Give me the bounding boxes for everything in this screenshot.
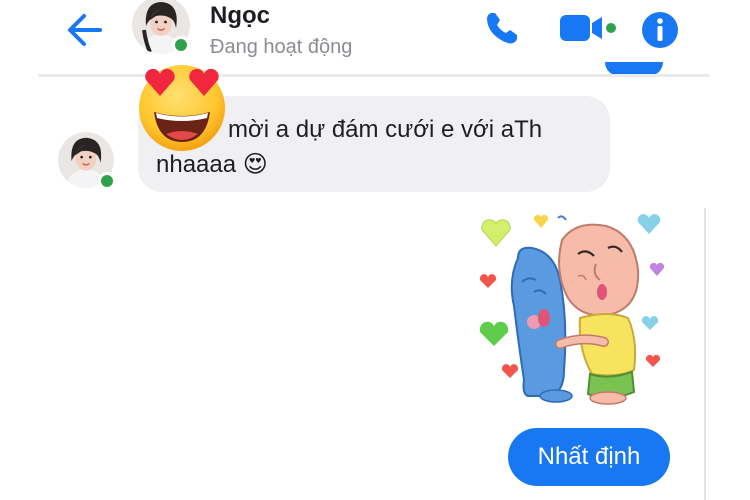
contact-name[interactable]: Ngọc (210, 2, 270, 30)
back-arrow-icon (68, 14, 102, 46)
smiling-heart-eyes-emoji: 😍 (242, 151, 268, 178)
video-camera-icon (560, 15, 616, 41)
hugging-characters-sticker[interactable] (478, 210, 676, 410)
contact-status: Đang hoạt động (210, 36, 353, 58)
scrollbar-track[interactable] (704, 208, 710, 500)
sticker-image (479, 214, 665, 405)
call-button[interactable] (482, 8, 522, 48)
back-button[interactable] (62, 10, 108, 50)
sender-avatar[interactable] (58, 132, 116, 190)
info-button[interactable] (640, 10, 680, 50)
outgoing-message-bubble[interactable]: Nhất định (508, 428, 670, 486)
phone-icon (487, 13, 517, 44)
online-indicator (172, 36, 190, 54)
heart-eyes-emoji[interactable] (132, 58, 232, 154)
heart-eyes-emoji-icon (139, 65, 225, 151)
video-call-button[interactable] (558, 10, 622, 46)
online-indicator (98, 172, 116, 190)
info-icon (642, 12, 678, 48)
outgoing-message-text: Nhất định (537, 443, 641, 470)
contact-avatar[interactable] (132, 0, 190, 54)
